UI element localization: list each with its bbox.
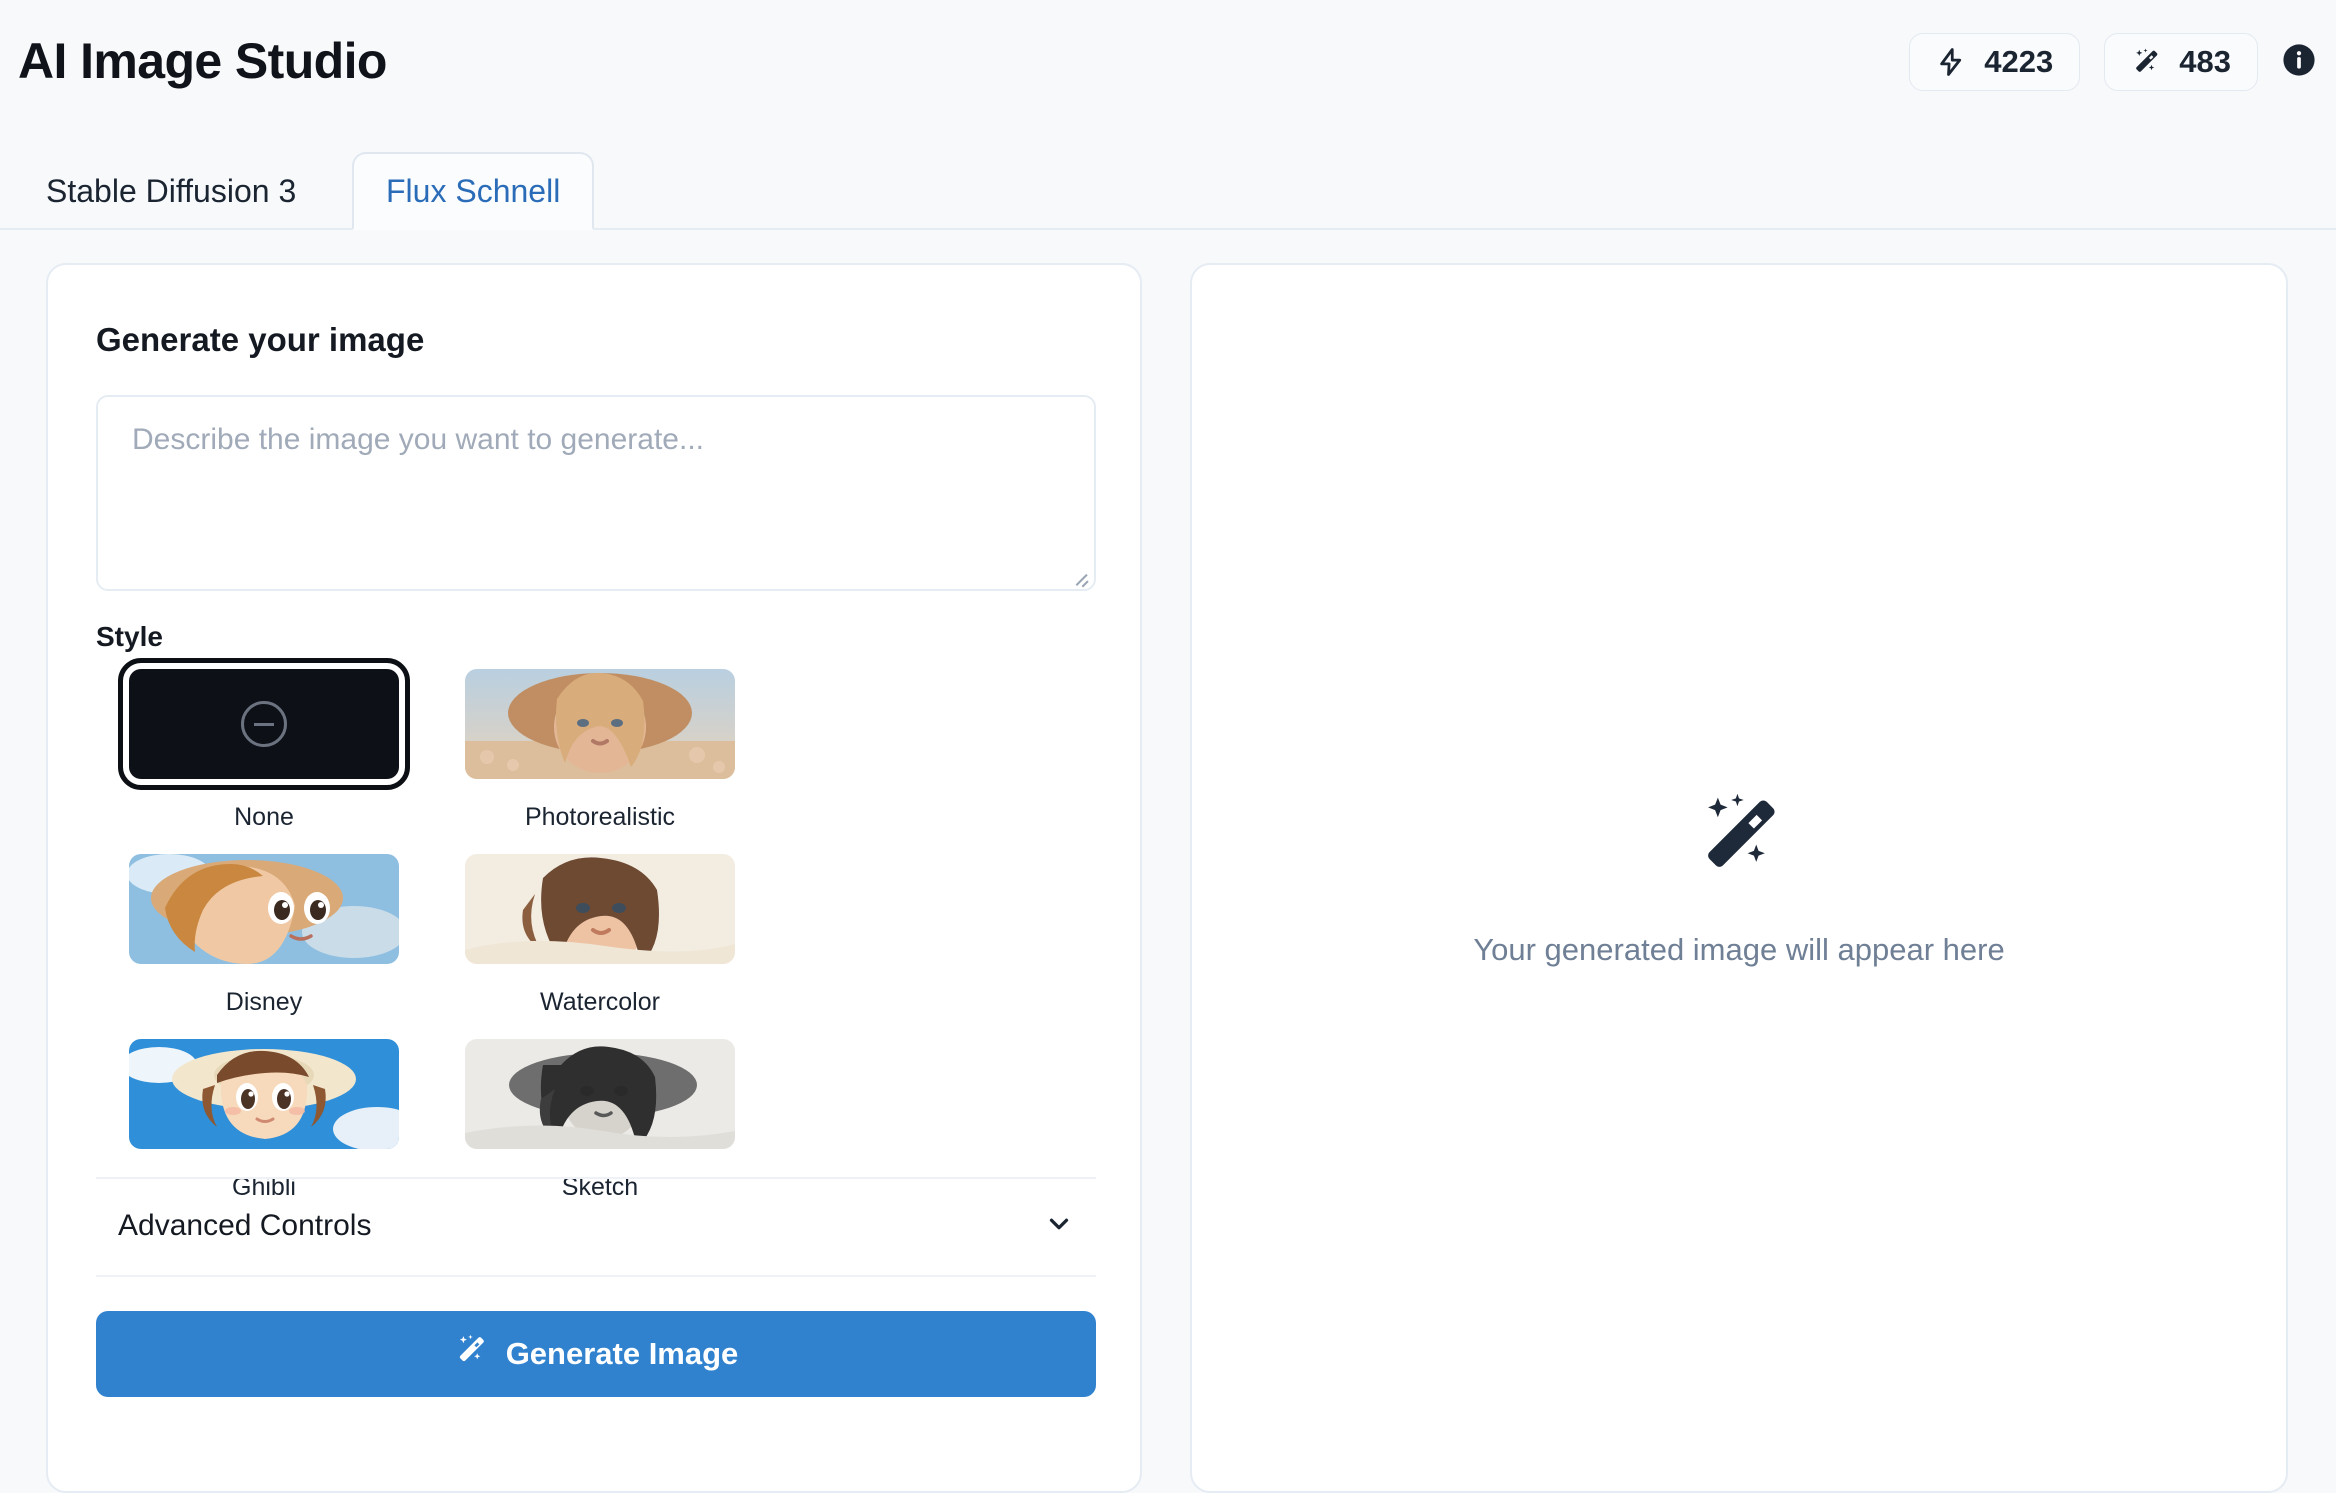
style-label: Photorealistic — [524, 803, 676, 831]
app-header: AI Image Studio 4223 483 — [0, 0, 2336, 130]
tab-stable-diffusion-3[interactable]: Stable Diffusion 3 — [14, 152, 328, 230]
circle-minus-icon — [241, 701, 287, 747]
lightning-bolt-icon — [1936, 47, 1966, 77]
divider-bottom — [96, 1275, 1096, 1277]
style-option-none[interactable]: None — [96, 658, 432, 832]
preview-panel: Your generated image will appear here — [1190, 263, 2288, 1493]
generations-value: 483 — [2179, 44, 2231, 79]
tab-flux-schnell[interactable]: Flux Schnell — [352, 152, 595, 230]
style-thumbnail-none — [118, 658, 410, 790]
credits-badge[interactable]: 4223 — [1909, 33, 2081, 91]
style-label: Watercolor — [540, 988, 660, 1016]
page-title: AI Image Studio — [18, 33, 387, 89]
generate-image-button[interactable]: Generate Image — [96, 1311, 1096, 1397]
magic-wand-icon — [1692, 789, 1786, 888]
style-thumbnail-sketch — [465, 1039, 735, 1149]
advanced-controls-label: Advanced Controls — [118, 1209, 372, 1242]
prompt-placeholder: Describe the image you want to generate.… — [132, 423, 704, 456]
style-label: None — [234, 803, 294, 831]
model-tabs: Stable Diffusion 3 Flux Schnell — [0, 152, 2336, 230]
preview-placeholder-text: Your generated image will appear here — [1473, 931, 2005, 967]
style-section-label: Style — [96, 621, 163, 652]
magic-wand-icon — [454, 1333, 488, 1375]
info-icon[interactable] — [2282, 43, 2316, 82]
resize-handle-icon[interactable] — [1073, 569, 1089, 585]
style-thumbnail-ghibli — [129, 1039, 399, 1149]
generations-badge[interactable]: 483 — [2104, 33, 2258, 91]
generation-panel: Generate your image Describe the image y… — [46, 263, 1142, 1493]
tab-label: Flux Schnell — [386, 172, 561, 209]
style-thumbnail-watercolor — [465, 854, 735, 964]
style-option-photorealistic[interactable]: Photorealistic — [432, 669, 768, 832]
style-option-disney[interactable]: Disney — [96, 854, 432, 1017]
tab-label: Stable Diffusion 3 — [46, 172, 297, 209]
prompt-input-wrapper[interactable]: Describe the image you want to generate.… — [96, 395, 1096, 591]
style-thumbnail-disney — [129, 854, 399, 964]
preview-placeholder: Your generated image will appear here — [1192, 265, 2286, 1491]
generate-image-label: Generate Image — [505, 1336, 739, 1371]
style-option-watercolor[interactable]: Watercolor — [432, 854, 768, 1017]
advanced-controls-toggle[interactable]: Advanced Controls — [96, 1177, 1096, 1275]
credits-value: 4223 — [1984, 44, 2054, 79]
style-label: Disney — [225, 988, 303, 1016]
style-thumbnail-photorealistic — [465, 669, 735, 779]
style-grid: None Photorealistic Disney Watercolor Gh… — [96, 658, 1096, 1224]
magic-wand-icon — [2131, 47, 2161, 77]
chevron-down-icon — [1044, 1209, 1074, 1244]
panel-heading: Generate your image — [96, 321, 425, 358]
header-actions: 4223 483 — [1909, 33, 2316, 91]
